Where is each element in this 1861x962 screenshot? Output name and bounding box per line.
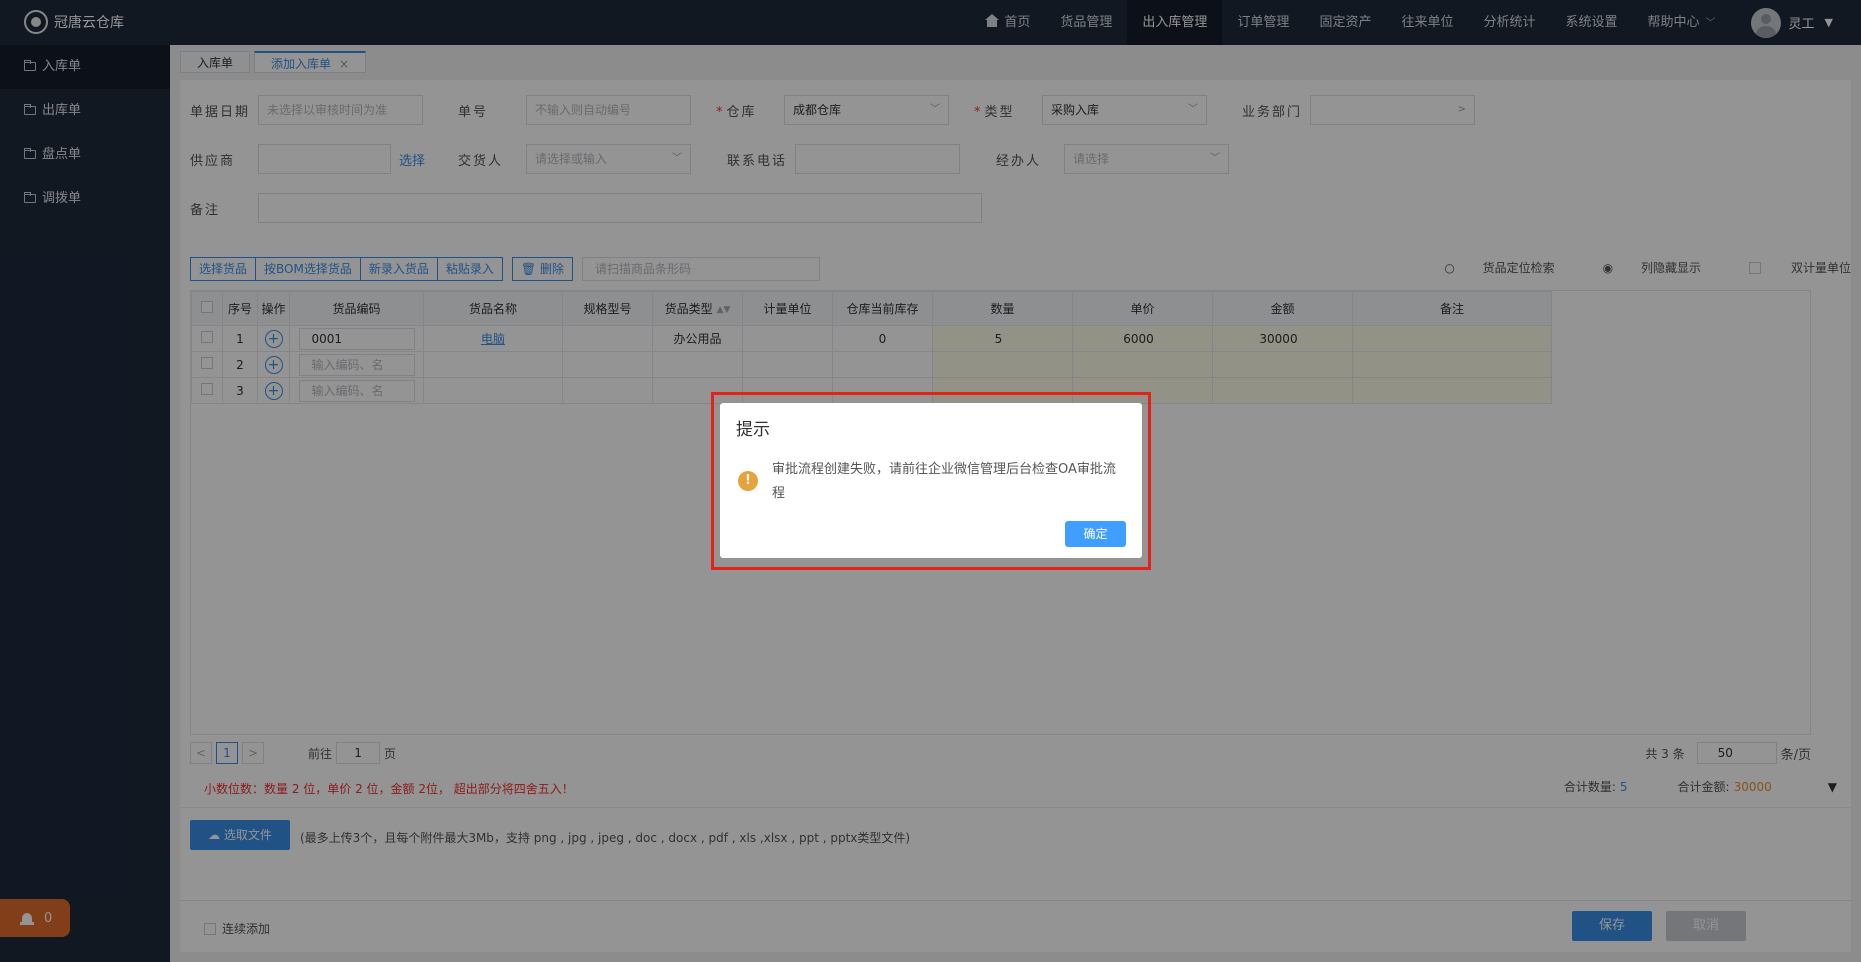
dialog-message: 审批流程创建失败，请前往企业微信管理后台检查OA审批流程 bbox=[772, 462, 1116, 501]
confirm-button[interactable]: 确定 bbox=[1065, 521, 1126, 547]
dialog-title: 提示 bbox=[736, 420, 770, 440]
warning-icon: ! bbox=[738, 471, 758, 491]
alert-dialog: 提示 ! 审批流程创建失败，请前往企业微信管理后台检查OA审批流程 确定 bbox=[720, 403, 1142, 558]
